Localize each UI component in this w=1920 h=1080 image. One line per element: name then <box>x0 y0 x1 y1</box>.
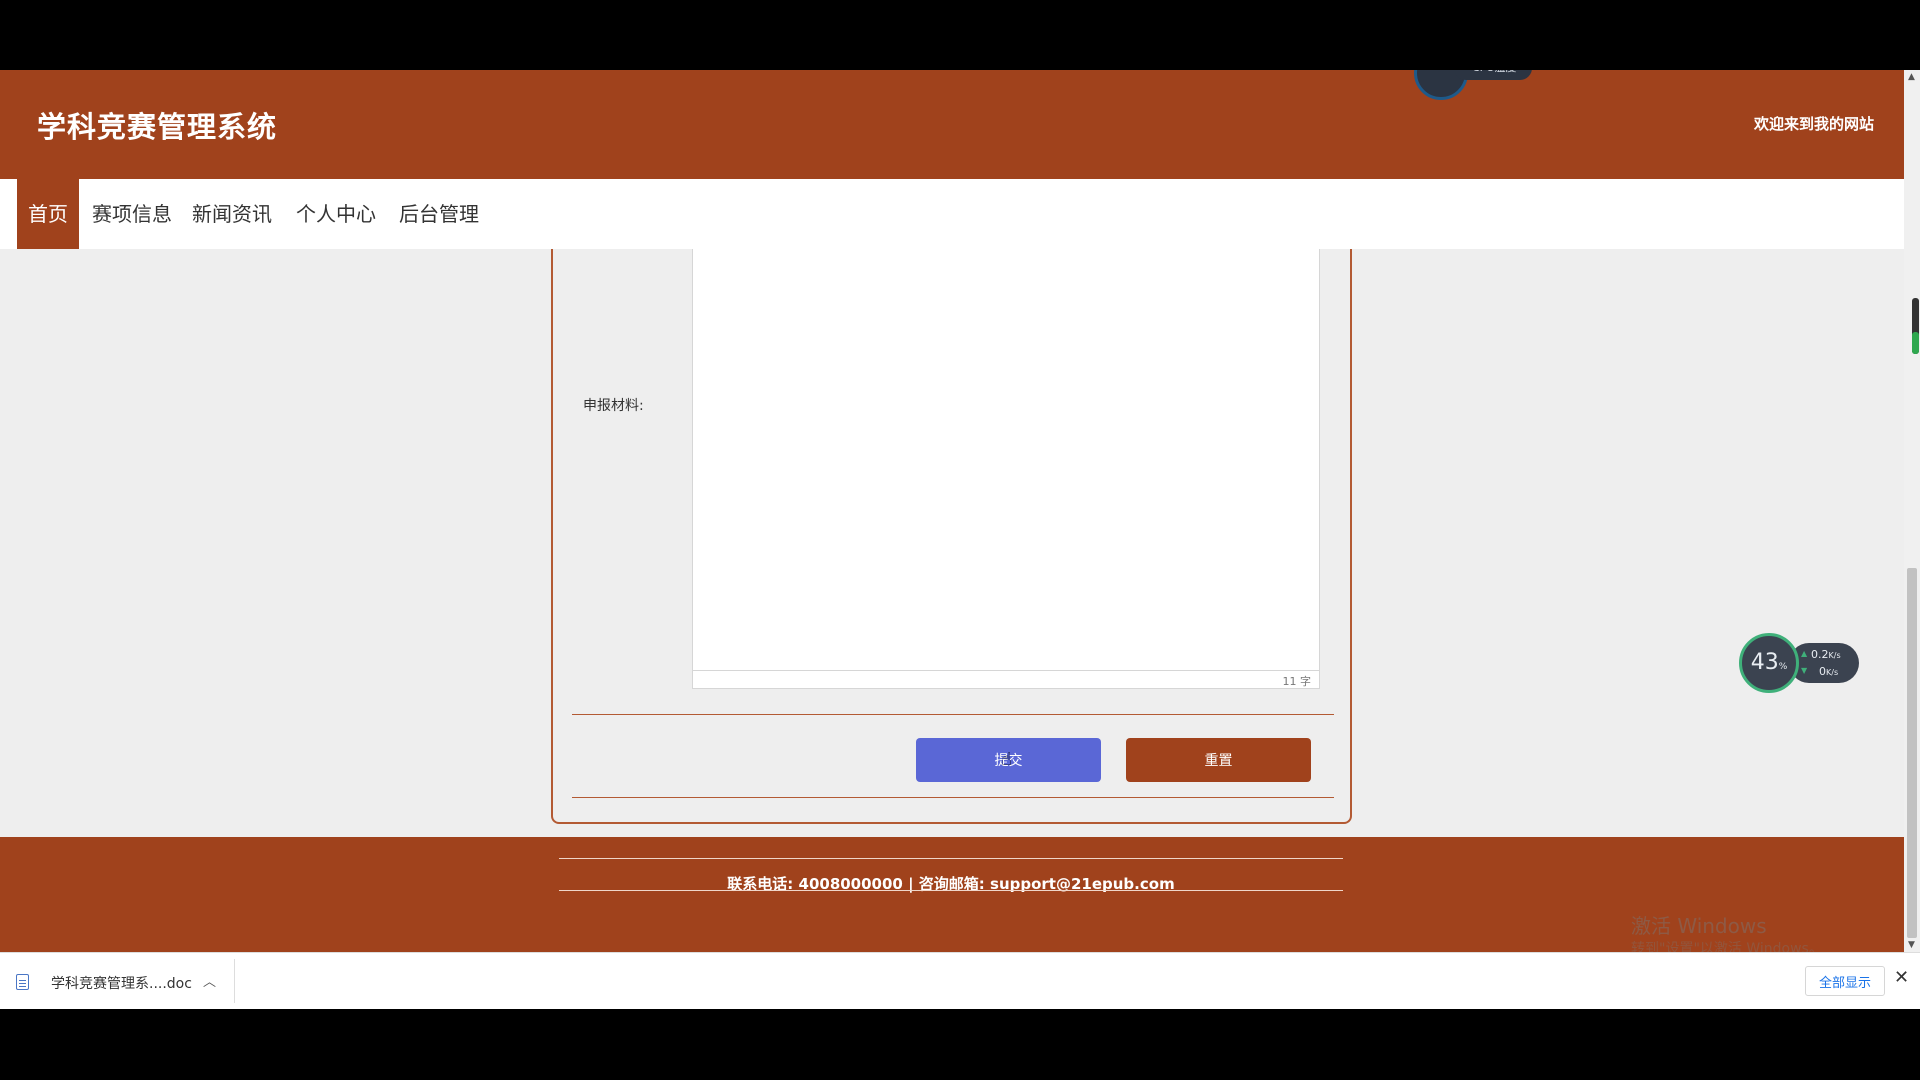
screen-bottom-border <box>0 1009 1920 1080</box>
cpu-temp-widget[interactable]: CPU温度 <box>1414 70 1532 100</box>
chevron-up-icon[interactable]: ︿ <box>203 971 216 990</box>
nav-item-admin[interactable]: 后台管理 <box>399 179 479 249</box>
upload-speed: 0.2K/s <box>1811 648 1841 661</box>
site-title: 学科竞赛管理系统 <box>37 110 278 144</box>
cpu-temp-label: CPU温度 <box>1454 70 1532 80</box>
scrollbar-thumb[interactable] <box>1907 568 1917 938</box>
word-count: 11 字 <box>1282 675 1312 688</box>
download-speed: 0K/s <box>1819 665 1839 678</box>
form-divider-top <box>572 714 1334 715</box>
welcome-text: 欢迎来到我的网站 <box>1753 115 1874 133</box>
footer-line-top <box>559 858 1343 859</box>
windows-activation-hint: 转到"设置"以激活 Windows。 <box>1631 941 1823 952</box>
browser-viewport: 学科竞赛管理系统 欢迎来到我的网站 CPU温度 首页 赛项信息 新闻资讯 个人中… <box>0 70 1904 952</box>
screen-top-border <box>0 0 1920 70</box>
material-rich-editor[interactable]: 11 字 <box>692 249 1320 689</box>
network-speed-pill: ▲ 0.2K/s ▼ 0K/s <box>1789 643 1859 683</box>
network-monitor-widget[interactable]: ▲ 0.2K/s ▼ 0K/s 43% <box>1739 633 1859 693</box>
scroll-marker-green <box>1912 332 1919 354</box>
application-form: 申报材料: 11 字 提交 重置 ☝ <box>551 249 1352 824</box>
site-footer: 联系电话: 4008000000 | 咨询邮箱: support@21epub.… <box>0 837 1904 952</box>
show-all-downloads-button[interactable]: 全部显示 <box>1805 966 1885 996</box>
upload-arrow-icon: ▲ <box>1801 649 1808 658</box>
document-file-icon <box>16 974 29 990</box>
reset-button[interactable]: 重置 <box>1126 738 1311 782</box>
download-arrow-icon: ▼ <box>1801 666 1808 675</box>
material-field-label: 申报材料: <box>583 398 644 414</box>
editor-status-bar: 11 字 <box>693 670 1319 688</box>
scroll-up-icon[interactable]: ▲ <box>1908 72 1915 82</box>
hand-cursor-icon: ☝ <box>1001 749 1012 770</box>
nav-item-competitions[interactable]: 赛项信息 <box>92 179 172 249</box>
download-separator <box>234 959 235 1003</box>
cpu-usage-gauge: 43% <box>1739 633 1799 693</box>
windows-activation-watermark: 激活 Windows <box>1631 914 1767 938</box>
main-nav: 首页 赛项信息 新闻资讯 个人中心 后台管理 <box>0 179 1904 249</box>
download-file-name[interactable]: 学科竞赛管理系....doc <box>51 973 192 993</box>
footer-line-bottom <box>559 890 1343 891</box>
close-icon[interactable]: ✕ <box>1894 967 1909 988</box>
page-scrollbar[interactable]: ▲ ▼ <box>1904 70 1920 952</box>
nav-item-news[interactable]: 新闻资讯 <box>192 179 272 249</box>
nav-item-home[interactable]: 首页 <box>17 179 79 249</box>
browser-download-bar: 学科竞赛管理系....doc ︿ 全部显示 ✕ <box>0 952 1920 1009</box>
nav-item-personal-center[interactable]: 个人中心 <box>296 179 376 249</box>
form-divider-bottom <box>572 797 1334 798</box>
scroll-down-icon[interactable]: ▼ <box>1908 940 1915 950</box>
site-header: 学科竞赛管理系统 欢迎来到我的网站 CPU温度 <box>0 70 1904 179</box>
